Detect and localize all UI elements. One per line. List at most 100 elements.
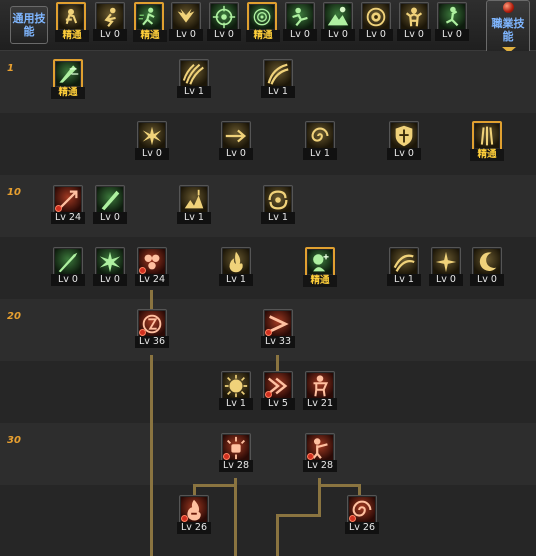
skill-r3-1[interactable]: Lv 24 [51, 185, 85, 224]
skill-r2-4[interactable]: Lv 0 [387, 121, 421, 160]
flame-icon [223, 249, 249, 275]
skill-r2-5[interactable]: 精通 [470, 121, 504, 161]
skill-level-label: Lv 28 [303, 460, 337, 472]
skill-r6-3[interactable]: Lv 21 [303, 371, 337, 410]
skill-level-label: Lv 0 [135, 148, 169, 160]
prerequisite-line [318, 484, 361, 487]
skill-r3-2[interactable]: Lv 0 [93, 185, 127, 224]
sit-rest-icon [59, 5, 83, 29]
skill-r5-1[interactable]: Lv 36 [135, 309, 169, 348]
skill-level-label: 精通 [303, 275, 337, 287]
slash-icon [265, 61, 291, 87]
skill-r4-1[interactable]: Lv 0 [51, 247, 85, 286]
skill-level-label: Lv 1 [261, 212, 295, 224]
crescent-icon [474, 249, 500, 275]
lock-icon [265, 329, 272, 336]
skill-r8-2[interactable]: Lv 26 [345, 495, 379, 534]
tab-general-skills[interactable]: 通用技能 [10, 6, 48, 44]
tree-row-band [0, 485, 536, 547]
skill-r1-1[interactable]: 精通 [51, 59, 85, 99]
skill-level-label: Lv 28 [219, 460, 253, 472]
top-skill-5[interactable]: Lv 0 [207, 2, 241, 41]
skill-r4-4[interactable]: Lv 1 [219, 247, 253, 286]
top-skill-8[interactable]: Lv 0 [321, 2, 355, 41]
skill-level-label: Lv 21 [303, 398, 337, 410]
claw-icon [181, 61, 207, 87]
row-level-marker: 10 [7, 187, 21, 198]
skill-level-label: Lv 5 [261, 398, 295, 410]
dash-icon [137, 5, 161, 29]
top-skill-11[interactable]: Lv 0 [435, 2, 469, 41]
top-skill-10[interactable]: Lv 0 [397, 2, 431, 41]
top-skill-4[interactable]: Lv 0 [169, 2, 203, 41]
skill-r8-1[interactable]: Lv 26 [177, 495, 211, 534]
uppercut-icon [181, 187, 207, 213]
skill-r4-5[interactable]: 精通 [303, 247, 337, 287]
skill-r4-8[interactable]: Lv 0 [470, 247, 504, 286]
lock-icon [55, 205, 62, 212]
strongman-icon [401, 4, 427, 30]
skill-r6-1[interactable]: Lv 1 [219, 371, 253, 410]
skill-r4-7[interactable]: Lv 0 [429, 247, 463, 286]
prerequisite-line [150, 355, 153, 556]
armor-break-icon [56, 62, 80, 86]
skill-r2-3[interactable]: Lv 1 [303, 121, 337, 160]
tab-profession-label: 職業技能 [491, 17, 525, 43]
prerequisite-line [193, 484, 237, 487]
skill-r1-2[interactable]: Lv 1 [177, 59, 211, 98]
skill-r3-3[interactable]: Lv 1 [177, 185, 211, 224]
top-skill-7[interactable]: Lv 0 [283, 2, 317, 41]
skill-level-label: Lv 24 [135, 274, 169, 286]
top-skill-2[interactable]: Lv 0 [93, 2, 127, 41]
skill-r7-2[interactable]: Lv 28 [303, 433, 337, 472]
top-skill-1[interactable]: 精通 [55, 2, 89, 42]
lock-icon [181, 515, 188, 522]
skill-level-label: Lv 1 [177, 86, 211, 98]
skill-level-label: Lv 0 [93, 29, 127, 41]
top-skill-3[interactable]: 精通 [133, 2, 167, 42]
skill-level-label: Lv 0 [169, 29, 203, 41]
skill-r1-3[interactable]: Lv 1 [261, 59, 295, 98]
skill-level-label: 精通 [55, 30, 89, 42]
skill-r2-1[interactable]: Lv 0 [135, 121, 169, 160]
lock-icon [349, 515, 356, 522]
skill-level-label: Lv 0 [359, 29, 393, 41]
top-skill-9[interactable]: Lv 0 [359, 2, 393, 41]
lock-icon [265, 391, 272, 398]
skill-level-label: 精通 [246, 30, 280, 42]
skill-level-label: 精通 [470, 149, 504, 161]
skill-level-label: Lv 36 [135, 336, 169, 348]
tab-profession-skills[interactable]: 職業技能 [486, 0, 530, 58]
lock-icon [223, 453, 230, 460]
skill-r4-6[interactable]: Lv 1 [387, 247, 421, 286]
prerequisite-line [276, 514, 279, 556]
skill-r6-2[interactable]: Lv 5 [261, 371, 295, 410]
skill-level-label: Lv 1 [387, 274, 421, 286]
skill-r7-1[interactable]: Lv 28 [219, 433, 253, 472]
skill-level-label: Lv 1 [219, 274, 253, 286]
lock-icon [139, 267, 146, 274]
skill-level-label: Lv 1 [177, 212, 211, 224]
skill-level-label: Lv 33 [261, 336, 295, 348]
skill-r2-2[interactable]: Lv 0 [219, 121, 253, 160]
prerequisite-line [150, 290, 153, 310]
lock-icon [307, 453, 314, 460]
triple-blade-icon [475, 124, 499, 148]
skill-r5-2[interactable]: Lv 33 [261, 309, 295, 348]
skill-level-label: Lv 24 [51, 212, 85, 224]
prerequisite-line [276, 355, 279, 371]
top-skill-6[interactable]: 精通 [246, 2, 280, 42]
skill-level-label: 精通 [133, 30, 167, 42]
skill-level-label: Lv 1 [261, 86, 295, 98]
skill-r4-2[interactable]: Lv 0 [93, 247, 127, 286]
skill-level-label: Lv 0 [207, 29, 241, 41]
spiral-icon [307, 123, 333, 149]
skill-level-label: Lv 0 [93, 212, 127, 224]
skill-level-label: Lv 0 [51, 274, 85, 286]
skill-r3-4[interactable]: Lv 1 [261, 185, 295, 224]
prerequisite-line [234, 484, 237, 556]
sword-icon [55, 249, 81, 275]
row-level-marker: 30 [7, 435, 21, 446]
skill-level-label: Lv 26 [345, 522, 379, 534]
skill-r4-3[interactable]: Lv 24 [135, 247, 169, 286]
